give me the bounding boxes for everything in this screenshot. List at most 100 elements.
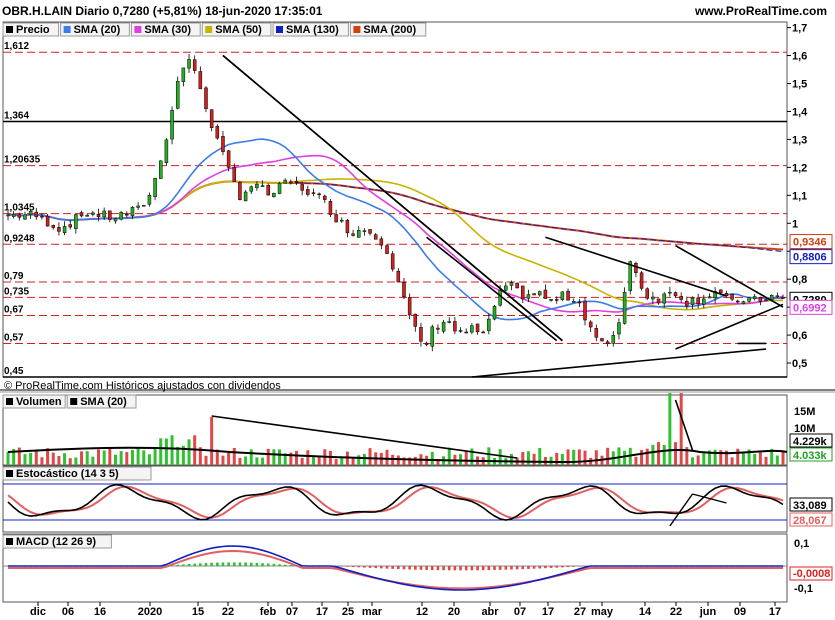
- candle: [153, 178, 157, 198]
- volume-bar: [34, 451, 38, 465]
- macd-histogram-bar: [487, 566, 491, 571]
- volume-bar: [679, 393, 683, 465]
- candle: [136, 205, 140, 208]
- stoch-k-line: [7, 483, 784, 521]
- candle: [396, 270, 401, 283]
- macd-histogram-bar: [430, 566, 434, 571]
- level-label: 0,67: [4, 305, 24, 316]
- volume-bar: [741, 452, 745, 465]
- macd-axis-label: -0,1: [794, 583, 813, 595]
- x-axis-label: 15: [192, 606, 204, 618]
- candle: [334, 214, 338, 223]
- volume-bar: [526, 451, 530, 465]
- volume-bar: [413, 456, 417, 465]
- candle: [85, 214, 89, 217]
- macd-histogram-bar: [538, 566, 542, 569]
- candle: [696, 297, 700, 304]
- candle: [362, 230, 367, 232]
- candle: [187, 59, 191, 69]
- candle: [464, 331, 468, 334]
- volume-bar: [753, 453, 757, 465]
- candle: [481, 331, 485, 334]
- chart-canvas[interactable]: 1,6121,3641,206351,03450,92480,790,7350,…: [0, 0, 835, 620]
- macd-histogram-bar: [470, 566, 474, 571]
- candle: [198, 71, 203, 90]
- x-axis-label: 20: [448, 606, 460, 618]
- price-legend-label: SMA (130): [286, 24, 339, 36]
- volume-bar: [549, 456, 553, 465]
- volume-bar: [119, 451, 123, 465]
- x-axis-label: dic: [30, 606, 46, 618]
- level-label: 0,9248: [4, 233, 35, 244]
- volume-bar: [594, 450, 598, 465]
- level-label: 1,612: [4, 41, 29, 52]
- candle: [79, 212, 84, 217]
- volume-bar: [232, 447, 236, 465]
- level-label: 0,735: [4, 286, 29, 297]
- volume-bar: [295, 450, 299, 465]
- x-axis-label: 2020: [138, 606, 162, 618]
- candle: [34, 211, 39, 218]
- macd-legend-swatch: [6, 538, 13, 545]
- candle: [741, 301, 746, 304]
- volume-bar: [68, 458, 72, 465]
- volume-bar: [278, 449, 282, 465]
- volume-bar: [6, 451, 10, 465]
- candle: [458, 330, 463, 332]
- candle: [164, 139, 169, 163]
- volume-bar: [113, 454, 117, 465]
- stoch-trend-line: [692, 493, 727, 504]
- macd-histogram-bar: [176, 564, 180, 566]
- x-axis-label: 25: [342, 606, 354, 618]
- candle: [775, 295, 780, 298]
- macd-histogram-bar: [397, 566, 400, 570]
- candle: [181, 67, 186, 82]
- candle: [521, 285, 525, 300]
- candle: [543, 289, 548, 299]
- price-legend-label: SMA (50): [215, 24, 262, 36]
- macd-histogram-bar: [521, 566, 525, 570]
- volume-bar: [311, 457, 315, 465]
- volume-bar: [170, 435, 174, 465]
- volume-bar: [645, 448, 649, 465]
- volume-bar: [261, 457, 265, 465]
- candle: [600, 338, 604, 342]
- price-legend-swatch: [134, 26, 142, 33]
- candle: [68, 224, 72, 228]
- macd-histogram-bar: [447, 566, 451, 571]
- value-box-label: 0,9346: [793, 237, 827, 249]
- candle: [272, 193, 276, 198]
- volume-bar: [696, 455, 700, 465]
- x-axis-label: 14: [639, 606, 652, 618]
- volume-bar: [74, 457, 78, 465]
- macd-histogram-bar: [544, 566, 547, 569]
- volume-bar: [97, 449, 101, 465]
- volume-bar: [136, 448, 140, 465]
- macd-histogram-bar: [425, 566, 428, 570]
- candle: [340, 219, 344, 222]
- axis-tick-label: 1: [792, 218, 798, 230]
- macd-histogram-bar: [351, 566, 355, 568]
- volume-bar: [23, 454, 27, 465]
- chart-window: OBR.H.LAIN Diario 0,7280 (+5,81%) 18-jun…: [0, 0, 835, 620]
- candle: [566, 290, 570, 301]
- volume-bar: [328, 450, 332, 465]
- macd-histogram-bar: [504, 566, 508, 570]
- macd-legend-label: MACD (12 26 9): [16, 536, 96, 548]
- macd-histogram-bar: [255, 562, 259, 566]
- candle: [91, 212, 95, 215]
- candle: [130, 207, 135, 217]
- candle: [266, 185, 270, 196]
- candle: [255, 183, 259, 189]
- volume-bar: [509, 453, 513, 465]
- level-label: 1,20635: [4, 155, 41, 166]
- axis-tick-label: 1,6: [792, 51, 807, 63]
- candle: [102, 210, 106, 218]
- volume-bar: [447, 447, 451, 465]
- macd-histogram-bar: [453, 566, 457, 571]
- candle: [215, 126, 220, 139]
- macd-histogram-bar: [493, 566, 496, 570]
- trend-line: [545, 236, 727, 297]
- sma-20-line: [7, 138, 784, 321]
- macd-histogram-bar: [442, 566, 445, 571]
